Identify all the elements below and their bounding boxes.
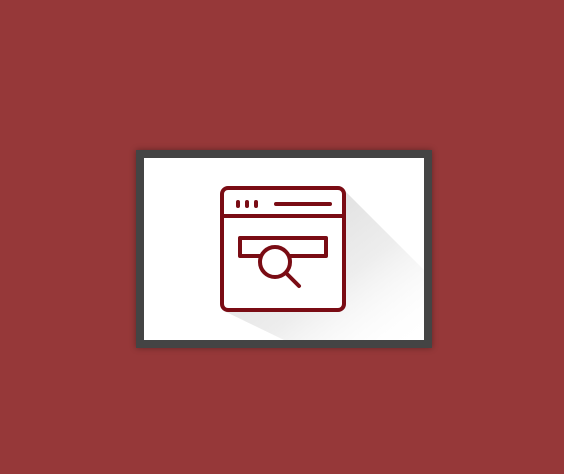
illustration-canvas <box>220 186 424 340</box>
image-frame <box>136 150 432 348</box>
browser-search-icon <box>220 186 346 312</box>
long-shadow <box>222 190 424 340</box>
magnifier-handle <box>284 271 301 288</box>
